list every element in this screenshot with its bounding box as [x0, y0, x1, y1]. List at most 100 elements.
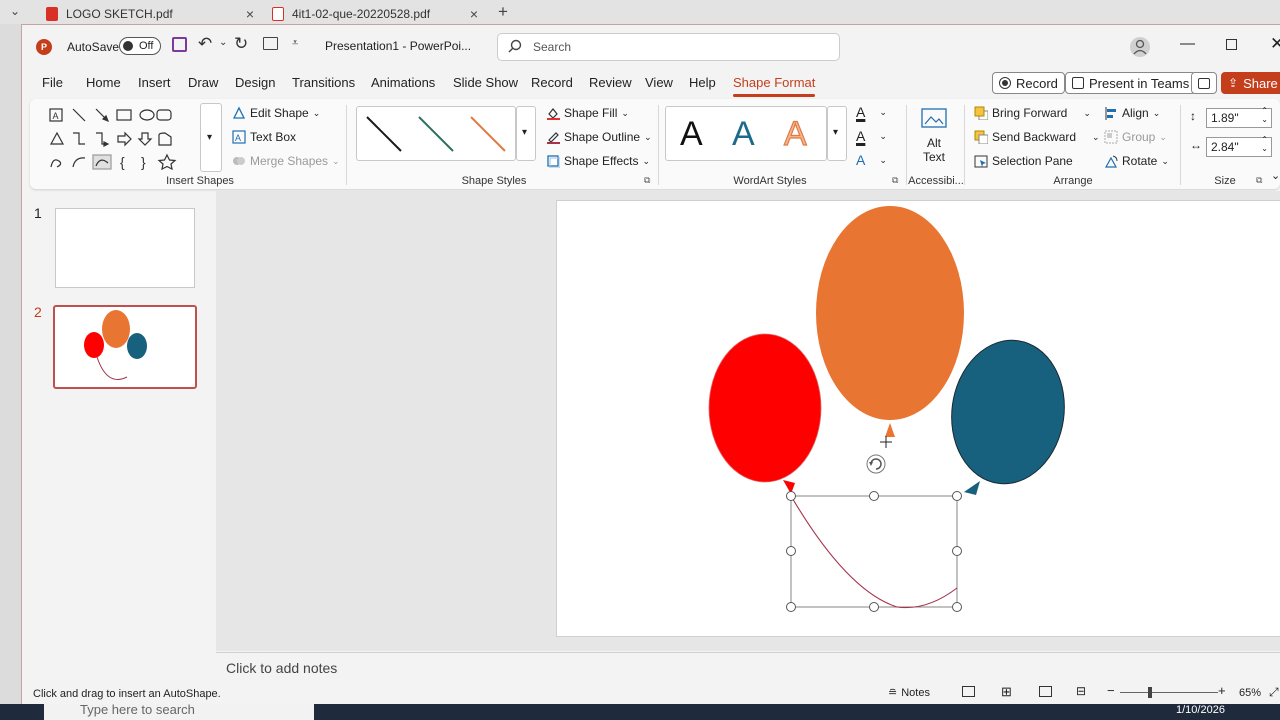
taskbar-search-box[interactable]: Type here to search	[44, 702, 314, 720]
person-icon	[1133, 39, 1147, 55]
minimize-icon[interactable]: —	[1180, 35, 1195, 52]
rotate-button[interactable]: Rotate ⌄	[1104, 154, 1169, 168]
alt-text-button[interactable]: Alt Text	[914, 107, 954, 165]
browser-tab-logo-sketch[interactable]: LOGO SKETCH.pdf ×	[42, 4, 254, 24]
reading-view-icon[interactable]	[1039, 686, 1052, 697]
zoom-slider-thumb[interactable]	[1148, 687, 1152, 698]
tab-insert[interactable]: Insert	[138, 75, 171, 90]
zoom-out-button[interactable]: −	[1107, 683, 1115, 698]
send-backward-label: Send Backward	[992, 130, 1077, 144]
size-dialog-launcher-icon[interactable]: ⧉	[1256, 175, 1262, 186]
search-box[interactable]: Search	[497, 33, 840, 61]
shape-width-input[interactable]: 2.84" ⌃ ⌄	[1206, 135, 1272, 157]
tab-animations[interactable]: Animations	[371, 75, 435, 90]
tab-home[interactable]: Home	[86, 75, 121, 90]
wordart-gallery[interactable]: A A A	[665, 106, 827, 161]
shape-fill-button[interactable]: Shape Fill ⌄	[546, 106, 629, 120]
teal-balloon[interactable]	[943, 333, 1074, 491]
more-styles-icon: ▾	[522, 127, 528, 138]
customize-toolbar-icon[interactable]: ⩡	[292, 37, 298, 50]
slide-sorter-icon[interactable]: ⊞	[1001, 684, 1012, 700]
tab-draw[interactable]: Draw	[188, 75, 218, 90]
orange-balloon[interactable]	[816, 206, 964, 420]
close-tab-icon[interactable]: ×	[246, 6, 254, 22]
record-icon	[999, 77, 1011, 89]
group-button: Group ⌄	[1104, 130, 1167, 144]
align-button[interactable]: Align ⌄	[1104, 106, 1160, 120]
text-box-label: Text Box	[250, 130, 297, 144]
shape-styles-group-label: Shape Styles	[461, 175, 527, 187]
new-tab-button[interactable]: +	[498, 2, 508, 22]
tab-slide-show[interactable]: Slide Show	[453, 75, 518, 90]
edit-shape-button[interactable]: Edit Shape ⌄	[232, 106, 320, 120]
comments-button[interactable]	[1191, 72, 1217, 94]
shape-effects-button[interactable]: Shape Effects ⌄	[546, 154, 650, 168]
tab-shape-format[interactable]: Shape Format	[733, 75, 816, 97]
normal-view-icon[interactable]	[962, 686, 975, 697]
shape-styles-more[interactable]: ▾	[516, 106, 536, 161]
shapes-gallery-more[interactable]: ▾	[200, 103, 222, 172]
rotation-handle-icon[interactable]	[866, 454, 886, 474]
undo-dropdown-icon[interactable]: ⌄	[219, 37, 227, 48]
tab-transitions[interactable]: Transitions	[292, 75, 355, 90]
tab-list-chevron-icon[interactable]: ⌄	[10, 4, 20, 18]
present-in-teams-button[interactable]: Present in Teams	[1065, 72, 1197, 94]
shape-styles-gallery[interactable]	[356, 106, 516, 161]
text-fill-button[interactable]: A ⌄	[856, 104, 887, 120]
save-icon[interactable]	[172, 37, 187, 52]
ribbon-collapse-icon[interactable]: ⌄	[1271, 169, 1280, 182]
selection-pane-button[interactable]: Selection Pane	[974, 154, 1073, 168]
browser-tab-que[interactable]: 4it1-02-que-20220528.pdf ×	[268, 4, 478, 24]
notes-pane[interactable]: Click to add notes	[216, 652, 1280, 682]
wordart-dialog-launcher-icon[interactable]: ⧉	[892, 175, 898, 186]
zoom-slider-track[interactable]	[1120, 687, 1218, 698]
resize-handles[interactable]	[786, 491, 962, 612]
undo-icon[interactable]: ↶	[198, 34, 212, 54]
shapes-gallery[interactable]: A { }	[42, 103, 202, 173]
spinner-arrows-icon[interactable]: ⌃ ⌄	[1261, 135, 1268, 153]
redo-icon[interactable]: ↻	[234, 34, 248, 54]
bring-forward-button[interactable]: Bring Forward ⌄	[974, 106, 1091, 120]
send-backward-button[interactable]: Send Backward ⌄	[974, 130, 1100, 144]
autosave-toggle[interactable]: Off	[119, 37, 161, 55]
tab-file[interactable]: File	[42, 75, 63, 90]
group-label: Group	[1122, 130, 1156, 144]
tab-record[interactable]: Record	[531, 75, 573, 90]
text-box-button[interactable]: A Text Box	[232, 130, 296, 144]
maximize-icon[interactable]	[1226, 39, 1237, 50]
more-wordart-icon: ▾	[833, 127, 839, 138]
notes-toggle-button[interactable]: ≘ Notes	[888, 686, 930, 700]
share-button[interactable]: ⇪ Share	[1221, 72, 1280, 94]
slide-show-icon[interactable]: ⊟	[1076, 684, 1086, 698]
teams-present-icon	[1072, 77, 1084, 89]
text-outline-button[interactable]: A ⌄	[856, 128, 887, 144]
balloon-string-curve[interactable]	[790, 495, 958, 609]
red-balloon[interactable]	[708, 333, 822, 483]
notes-placeholder: Click to add notes	[226, 660, 338, 676]
slide-canvas[interactable]	[556, 200, 1280, 637]
tab-design[interactable]: Design	[235, 75, 275, 90]
zoom-in-button[interactable]: +	[1218, 683, 1226, 698]
align-icon	[1105, 107, 1116, 120]
wordart-more[interactable]: ▾	[827, 106, 847, 161]
shape-outline-button[interactable]: Shape Outline ⌄	[546, 130, 652, 144]
present-from-start-icon[interactable]	[263, 37, 278, 50]
tab-review[interactable]: Review	[589, 75, 632, 90]
zoom-level[interactable]: 65%	[1239, 687, 1261, 699]
shape-styles-dialog-launcher-icon[interactable]: ⧉	[644, 175, 650, 186]
tab-view[interactable]: View	[645, 75, 673, 90]
fit-slide-icon[interactable]: ⤢	[1269, 685, 1279, 700]
spinner-arrows-icon[interactable]: ⌃ ⌄	[1261, 106, 1268, 124]
slide-thumbnail-2[interactable]	[53, 305, 197, 389]
accessibility-group-label: Accessibi...	[908, 175, 964, 187]
close-window-icon[interactable]: ✕	[1270, 34, 1280, 54]
record-button[interactable]: Record	[992, 72, 1065, 94]
slide-thumbnail-1[interactable]	[55, 208, 195, 288]
shape-height-input[interactable]: 1.89" ⌃ ⌄	[1206, 106, 1272, 128]
notes-button-label: Notes	[901, 686, 930, 699]
account-avatar-icon[interactable]	[1130, 37, 1150, 57]
text-effects-button[interactable]: A ⌄	[856, 152, 887, 168]
rotate-icon	[1104, 155, 1118, 168]
close-tab-icon[interactable]: ×	[470, 6, 478, 22]
tab-help[interactable]: Help	[689, 75, 716, 90]
